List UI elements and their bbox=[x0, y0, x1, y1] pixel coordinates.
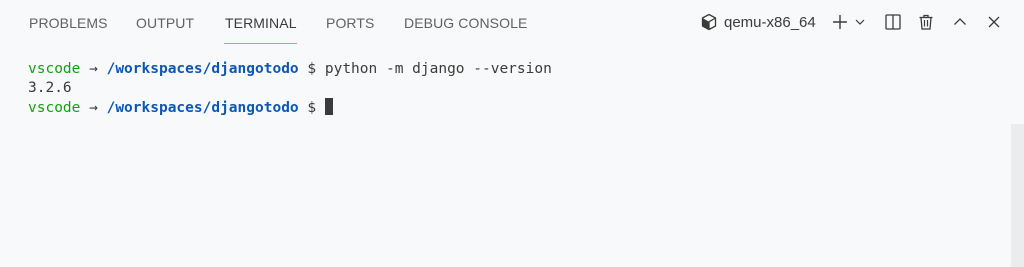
prompt-arrow: → bbox=[80, 61, 107, 77]
chevron-down-icon bbox=[855, 19, 865, 25]
split-icon bbox=[885, 14, 901, 30]
close-icon bbox=[988, 16, 1000, 28]
prompt-user: vscode bbox=[28, 61, 81, 77]
chevron-up-icon bbox=[954, 18, 966, 25]
prompt-arrow: → bbox=[80, 100, 107, 116]
prompt-path: /workspaces/djangotodo bbox=[106, 100, 299, 116]
terminal-scrollbar[interactable] bbox=[1011, 124, 1024, 267]
maximize-panel-button[interactable] bbox=[949, 11, 971, 33]
tab-ports[interactable]: PORTS bbox=[326, 15, 374, 31]
terminal-profile-button[interactable] bbox=[698, 11, 720, 33]
split-terminal-button[interactable] bbox=[881, 11, 905, 33]
terminal-line: vscode → /workspaces/djangotodo $ python… bbox=[28, 60, 552, 79]
launch-profile-dropdown[interactable] bbox=[852, 11, 868, 33]
terminal-command: python -m django --version bbox=[324, 61, 552, 77]
command-output: 3.2.6 bbox=[28, 80, 72, 96]
terminal-cursor bbox=[324, 98, 333, 115]
tab-terminal[interactable]: TERMINAL bbox=[225, 15, 297, 31]
prompt-user: vscode bbox=[28, 100, 81, 116]
terminal-line: vscode → /workspaces/djangotodo $ bbox=[28, 98, 552, 117]
new-terminal-button[interactable] bbox=[829, 11, 851, 33]
trash-icon bbox=[919, 14, 933, 30]
terminal-panel: PROBLEMS OUTPUT TERMINAL PORTS DEBUG CON… bbox=[0, 0, 1024, 267]
active-tab-indicator bbox=[224, 43, 297, 44]
prompt-path: /workspaces/djangotodo bbox=[106, 61, 299, 77]
kill-terminal-button[interactable] bbox=[914, 11, 938, 33]
tab-output[interactable]: OUTPUT bbox=[136, 15, 194, 31]
prompt-symbol: $ bbox=[298, 61, 325, 77]
panel-tab-bar: PROBLEMS OUTPUT TERMINAL PORTS DEBUG CON… bbox=[0, 0, 1024, 46]
close-panel-button[interactable] bbox=[983, 11, 1005, 33]
tab-debug-console[interactable]: DEBUG CONSOLE bbox=[404, 15, 527, 31]
tab-problems[interactable]: PROBLEMS bbox=[29, 15, 108, 31]
terminal-line: 3.2.6 bbox=[28, 79, 552, 98]
prompt-symbol: $ bbox=[298, 100, 325, 116]
terminal-profile-icon bbox=[701, 13, 717, 31]
add-icon bbox=[833, 15, 847, 29]
terminal-profile-label[interactable]: qemu-x86_64 bbox=[724, 14, 816, 31]
terminal-output[interactable]: vscode → /workspaces/djangotodo $ python… bbox=[28, 60, 552, 117]
